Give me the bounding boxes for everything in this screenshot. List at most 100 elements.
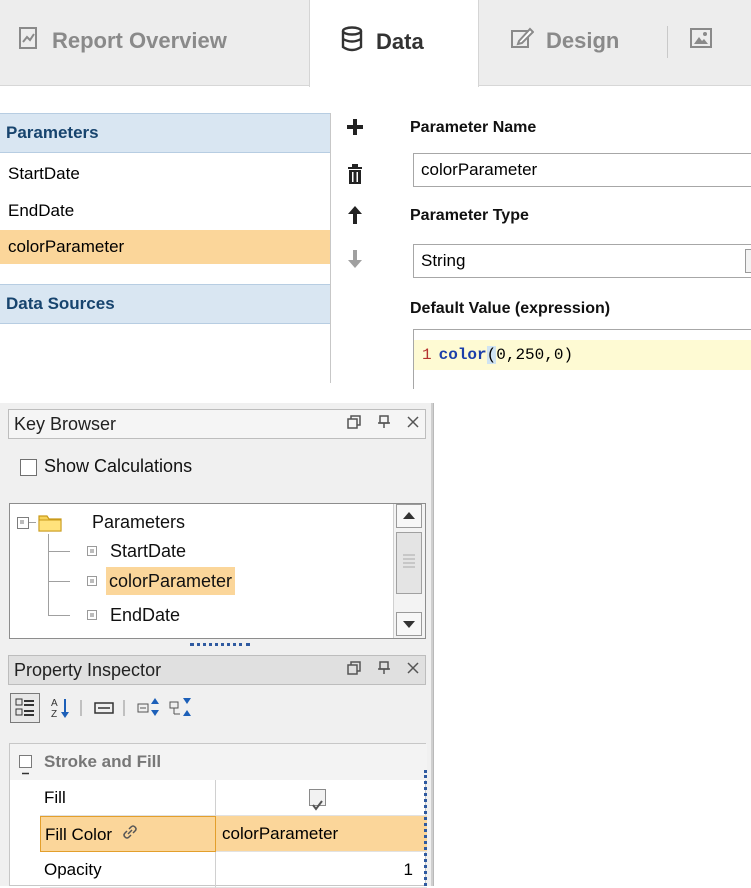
property-grid: Stroke and Fill Fill Fill Color colorPar… [9, 743, 427, 888]
property-value-opacity[interactable]: 1 [216, 852, 427, 888]
categorized-icon [15, 698, 34, 716]
report-overview-icon [18, 26, 40, 56]
arrow-up-icon [347, 205, 363, 230]
svg-text:A: A [51, 698, 58, 709]
tree-scrollbar[interactable] [393, 504, 425, 638]
chevron-down-icon[interactable] [745, 249, 751, 273]
scroll-down-button[interactable] [396, 612, 422, 636]
collapse-all-button[interactable] [168, 696, 194, 720]
tree-line [48, 534, 49, 615]
data-sources-header[interactable]: Data Sources [0, 284, 330, 324]
chevron-down-icon [403, 621, 415, 628]
design-pencil-icon [510, 26, 535, 56]
expand-all-icon [137, 698, 159, 716]
tab-report-overview[interactable]: Report Overview [18, 0, 227, 86]
property-value-fill-color[interactable]: colorParameter [216, 816, 427, 852]
toolbar-separator [123, 700, 125, 716]
category-stroke-and-fill[interactable]: Stroke and Fill [10, 744, 427, 780]
arrow-down-icon [347, 249, 363, 274]
tab-preview[interactable] [690, 0, 724, 86]
property-pages-button[interactable] [93, 696, 115, 720]
link-icon [121, 817, 139, 853]
collapse-all-icon [169, 698, 191, 716]
code-args: 0,250,0 [496, 346, 564, 364]
parameter-type-label: Parameter Type [410, 207, 529, 224]
add-parameter-button[interactable] [340, 114, 370, 144]
leaf-icon [87, 610, 97, 620]
tree-line [48, 581, 70, 582]
grip-icon [403, 554, 415, 568]
key-tree[interactable]: Parameters StartDate colorParameter EndD… [9, 503, 426, 639]
property-row-opacity[interactable]: Opacity 1 [10, 852, 427, 888]
tab-data[interactable]: Data [309, 0, 479, 87]
sort-az-icon: AZ [51, 698, 69, 720]
database-icon [340, 25, 364, 58]
toolbar-separator [80, 700, 82, 716]
property-name-fill-color-label: Fill Color [45, 825, 113, 844]
tree-line [48, 551, 70, 552]
scroll-up-button[interactable] [396, 504, 422, 528]
close-icon[interactable] [407, 410, 419, 438]
property-name-fill: Fill [40, 780, 216, 816]
show-calculations-checkbox[interactable] [20, 459, 37, 476]
show-calculations-label: Show Calculations [44, 456, 193, 476]
float-window-icon[interactable] [347, 410, 361, 438]
property-row-fill-color[interactable]: Fill Color colorParameter [10, 816, 427, 852]
code-close-paren: ) [563, 346, 574, 364]
tab-report-overview-label: Report Overview [52, 28, 227, 53]
float-window-icon[interactable] [347, 656, 361, 684]
delete-parameter-button[interactable] [340, 161, 370, 191]
categorized-view-button[interactable] [10, 693, 40, 723]
tab-data-label: Data [376, 28, 424, 54]
line-number: 1 [422, 346, 432, 364]
property-inspector-toolbar: AZ [8, 690, 426, 726]
property-row-fill[interactable]: Fill [10, 780, 427, 816]
parameter-item-enddate[interactable]: EndDate [0, 194, 330, 228]
panel-divider [330, 113, 331, 383]
folder-icon [37, 511, 63, 538]
property-name-fill-color: Fill Color [40, 816, 216, 852]
tab-design-label: Design [546, 28, 620, 53]
chevron-up-icon [403, 512, 415, 519]
close-icon[interactable] [407, 656, 419, 684]
expression-editor[interactable]: 1 color(0,250,0) [413, 329, 751, 389]
collapse-toggle-icon[interactable] [17, 517, 29, 529]
move-up-button[interactable] [340, 202, 370, 232]
tree-item-enddate[interactable]: EndDate [110, 601, 180, 629]
property-inspector-title-bar: Property Inspector [8, 655, 426, 685]
plus-icon [346, 118, 364, 141]
splitter-grip[interactable] [190, 643, 250, 646]
fill-checkbox[interactable] [309, 789, 326, 811]
dock-splitter[interactable] [433, 403, 445, 886]
checkmark-icon [312, 800, 323, 811]
leaf-icon [87, 576, 97, 586]
parameters-header[interactable]: Parameters [0, 113, 330, 153]
parameter-item-startdate[interactable]: StartDate [0, 157, 330, 191]
code-function: color [438, 346, 487, 364]
property-inspector-title: Property Inspector [14, 660, 162, 680]
parameter-item-colorparameter[interactable]: colorParameter [0, 230, 330, 264]
image-preview-icon [690, 28, 712, 54]
move-down-button[interactable] [340, 246, 370, 276]
collapse-toggle-icon[interactable] [19, 755, 32, 775]
pin-icon[interactable] [377, 656, 391, 684]
tree-root-parameters[interactable]: Parameters [92, 508, 185, 536]
parameter-name-input[interactable]: colorParameter [413, 153, 751, 187]
parameter-type-select[interactable]: String [413, 244, 751, 278]
pin-icon[interactable] [377, 410, 391, 438]
property-value-fill[interactable] [216, 780, 427, 816]
property-name-opacity: Opacity [40, 852, 216, 888]
svg-text:Z: Z [51, 709, 57, 720]
tree-item-startdate[interactable]: StartDate [110, 537, 186, 565]
tree-item-colorparameter[interactable]: colorParameter [106, 567, 236, 595]
scroll-thumb[interactable] [396, 532, 422, 594]
tab-design[interactable]: Design [510, 0, 619, 86]
parameter-name-label: Parameter Name [410, 119, 537, 136]
expand-all-button[interactable] [136, 696, 162, 720]
tree-line [48, 615, 70, 616]
key-browser-title-bar: Key Browser [8, 409, 426, 439]
code-line: 1 color(0,250,0) [414, 340, 751, 370]
code-open-paren: ( [486, 346, 497, 364]
sort-alphabetical-button[interactable]: AZ [50, 696, 72, 720]
splitter-grip[interactable] [424, 770, 427, 886]
